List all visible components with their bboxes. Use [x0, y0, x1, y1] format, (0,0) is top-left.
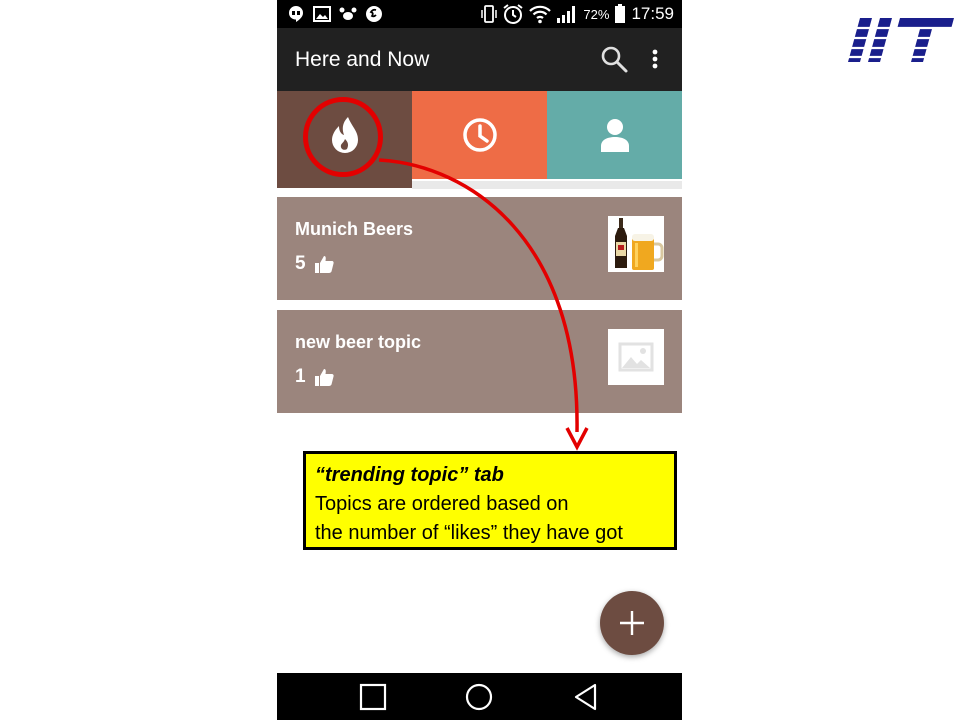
navigation-bar [277, 673, 682, 720]
tab-mine[interactable] [547, 91, 682, 179]
app-title: Here and Now [295, 48, 430, 71]
battery-icon [615, 4, 626, 23]
add-topic-button[interactable] [600, 591, 664, 655]
home-icon[interactable] [464, 682, 494, 712]
annotation-callout: “trending topic” tab Topics are ordered … [303, 451, 677, 550]
clock: 17:59 [631, 4, 674, 23]
app-bar: Here and Now [277, 28, 682, 91]
more-vert-icon[interactable] [645, 44, 665, 74]
clock-icon [462, 118, 497, 152]
vibrate-icon [481, 5, 498, 23]
alarm-icon [503, 4, 524, 24]
callout-title: “trending topic” tab [315, 464, 504, 486]
hangouts-icon [288, 6, 303, 22]
highlight-circle [303, 97, 383, 177]
wifi-icon [529, 5, 552, 24]
thumbs-up-icon[interactable] [314, 254, 334, 274]
topic-card[interactable]: Munich Beers 5 [277, 197, 682, 300]
like-count: 5 [295, 253, 306, 274]
search-icon[interactable] [599, 44, 629, 74]
crab-icon [339, 7, 357, 20]
system-status: 72% 17:59 [481, 3, 674, 25]
presentation-slide: 72% 17:59 Here and Now Munich Beers 5 ne… [0, 0, 960, 720]
callout-line-1: Topics are ordered based on [315, 493, 569, 515]
thumbs-up-icon[interactable] [314, 367, 334, 387]
topic-title: Munich Beers [295, 219, 414, 239]
back-icon[interactable] [571, 682, 601, 712]
signal-icon [557, 6, 576, 23]
recents-icon[interactable] [358, 682, 388, 712]
battery-percent: 72% [583, 6, 610, 22]
topic-title: new beer topic [295, 332, 422, 352]
person-icon [600, 119, 629, 152]
notification-icons [287, 5, 383, 23]
beer-photo [608, 216, 664, 272]
topic-card[interactable]: new beer topic 1 [277, 310, 682, 413]
gallery-icon [313, 6, 331, 22]
tab-recent[interactable] [412, 91, 547, 179]
shazam-icon [366, 6, 382, 22]
callout-line-2: the number of “likes” they have got [315, 522, 623, 544]
topic-likes: 1 [295, 366, 334, 388]
status-bar: 72% 17:59 [277, 0, 682, 28]
tab-underline [412, 181, 682, 189]
topic-likes: 5 [295, 253, 334, 275]
plus-icon [620, 611, 644, 635]
image-placeholder-icon [608, 329, 664, 385]
like-count: 1 [295, 366, 306, 387]
university-logo [846, 18, 956, 62]
